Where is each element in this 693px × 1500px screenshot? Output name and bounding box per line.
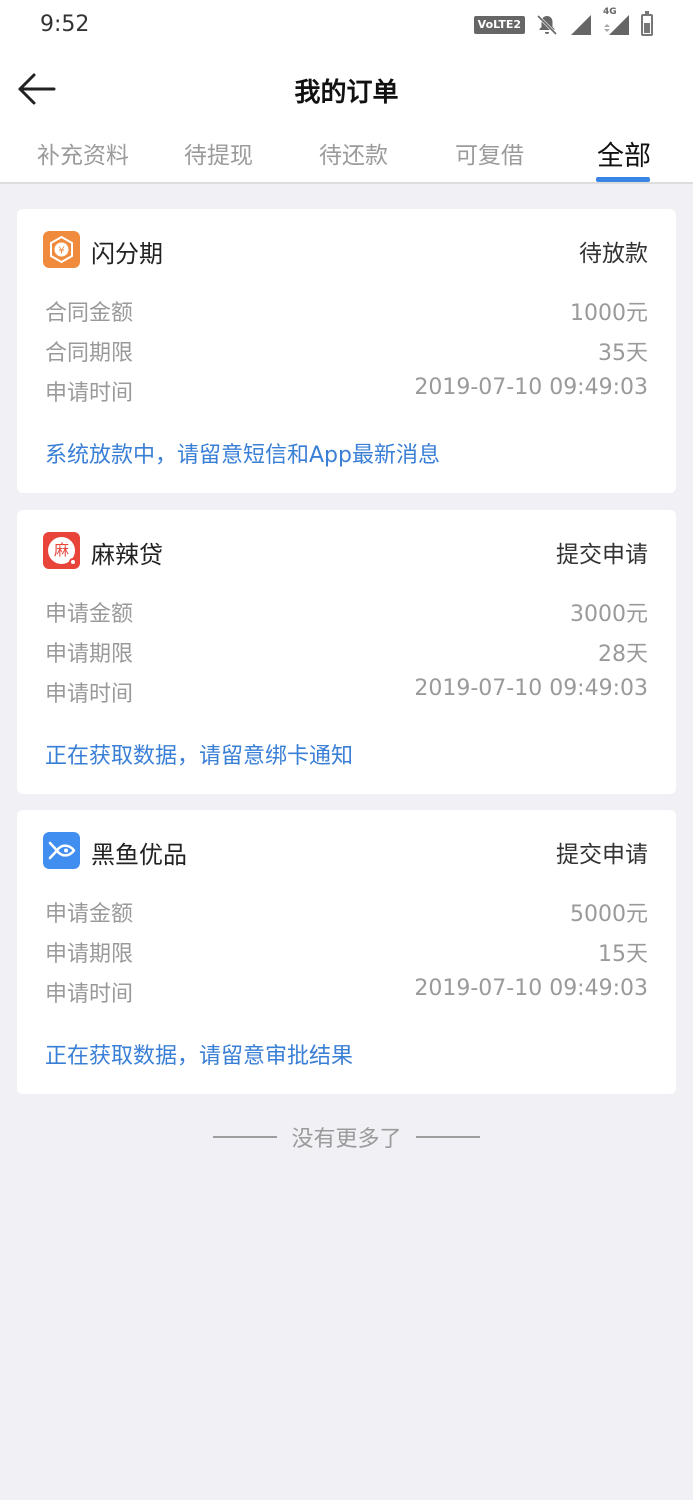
volte-icon: VoLTE2: [473, 16, 525, 34]
info-row: 申请期限 15天: [45, 936, 648, 967]
info-row: 合同期限 35天: [45, 335, 648, 366]
order-card[interactable]: 黑鱼优品 提交申请 申请金额 5000元 申请期限 15天 申请时间 2019-…: [17, 810, 676, 1094]
order-status: 提交申请: [556, 842, 648, 868]
logo-char: 麻: [53, 541, 69, 559]
card-header: ¥ 闪分期 待放款: [43, 231, 648, 271]
header: 我的订单: [0, 52, 693, 128]
row-label: 申请时间: [45, 682, 134, 707]
order-tabs: 补充资料 待提现 待还款 可复借 全部: [0, 128, 693, 184]
row-label: 申请期限: [45, 942, 134, 967]
app-name: 闪分期: [91, 240, 163, 268]
order-status: 待放款: [579, 241, 648, 267]
row-value: 5000元: [570, 902, 648, 927]
row-label: 申请时间: [45, 982, 134, 1007]
app-name: 麻辣贷: [91, 541, 163, 569]
signal-4g-icon: 4G: [603, 7, 631, 37]
end-of-list-text: 没有更多了: [291, 1127, 402, 1152]
battery-icon: [641, 11, 653, 36]
row-label: 申请金额: [45, 902, 134, 927]
row-value: 15天: [598, 942, 648, 967]
divider-line: [213, 1136, 278, 1138]
order-card[interactable]: 麻 麻辣贷 提交申请 申请金额 3000元 申请期限 28天 申请时间 2019…: [17, 510, 676, 794]
status-bar: 9:52 VoLTE2 4G: [0, 0, 693, 52]
divider-line: [415, 1136, 480, 1138]
row-label: 申请期限: [45, 642, 134, 667]
row-label: 合同金额: [45, 301, 134, 326]
status-time: 9:52: [40, 12, 90, 37]
tab-all[interactable]: 全部: [597, 134, 651, 173]
info-row: 申请时间 2019-07-10 09:49:03: [45, 676, 648, 707]
page-title: 我的订单: [294, 78, 399, 108]
info-row: 申请期限 28天: [45, 636, 648, 667]
card-header: 麻 麻辣贷 提交申请: [43, 532, 648, 572]
order-card[interactable]: ¥ 闪分期 待放款 合同金额 1000元 合同期限 35天 申请时间 2019-…: [17, 209, 676, 493]
mute-bell-icon: [536, 14, 558, 36]
malaidai-logo-icon: 麻: [43, 532, 80, 569]
row-label: 申请时间: [45, 381, 134, 406]
info-row: 申请时间 2019-07-10 09:49:03: [45, 976, 648, 1007]
card-header: 黑鱼优品 提交申请: [43, 832, 648, 872]
end-of-list: 没有更多了: [0, 1122, 693, 1152]
status-icons: VoLTE2 4G: [473, 7, 653, 38]
row-value: 2019-07-10 09:49:03: [414, 676, 648, 701]
info-row: 申请金额 3000元: [45, 596, 648, 627]
tab-pending-withdraw[interactable]: 待提现: [184, 136, 253, 170]
info-row: 申请时间 2019-07-10 09:49:03: [45, 375, 648, 406]
svg-text:¥: ¥: [58, 246, 64, 257]
info-row: 申请金额 5000元: [45, 896, 648, 927]
row-label: 申请金额: [45, 602, 134, 627]
row-value: 28天: [598, 642, 648, 667]
shanfenqi-logo-icon: ¥: [43, 231, 80, 268]
active-tab-indicator: [596, 177, 650, 182]
row-value: 3000元: [570, 602, 648, 627]
row-value: 35天: [598, 341, 648, 366]
heiyu-logo-icon: [43, 832, 80, 869]
row-value: 2019-07-10 09:49:03: [414, 976, 648, 1001]
tab-reborrow[interactable]: 可复借: [455, 136, 524, 170]
order-notice: 正在获取数据，请留意审批结果: [45, 1044, 354, 1069]
info-row: 合同金额 1000元: [45, 295, 648, 326]
signal-icon: [571, 15, 591, 35]
row-value: 2019-07-10 09:49:03: [414, 375, 648, 400]
order-status: 提交申请: [556, 542, 648, 568]
app-name: 黑鱼优品: [91, 841, 187, 869]
tab-supplement-info[interactable]: 补充资料: [37, 136, 129, 170]
tab-pending-repay[interactable]: 待还款: [319, 136, 388, 170]
order-notice: 正在获取数据，请留意绑卡通知: [45, 744, 354, 769]
order-notice: 系统放款中，请留意短信和App最新消息: [45, 443, 440, 468]
row-value: 1000元: [570, 301, 648, 326]
row-label: 合同期限: [45, 341, 134, 366]
